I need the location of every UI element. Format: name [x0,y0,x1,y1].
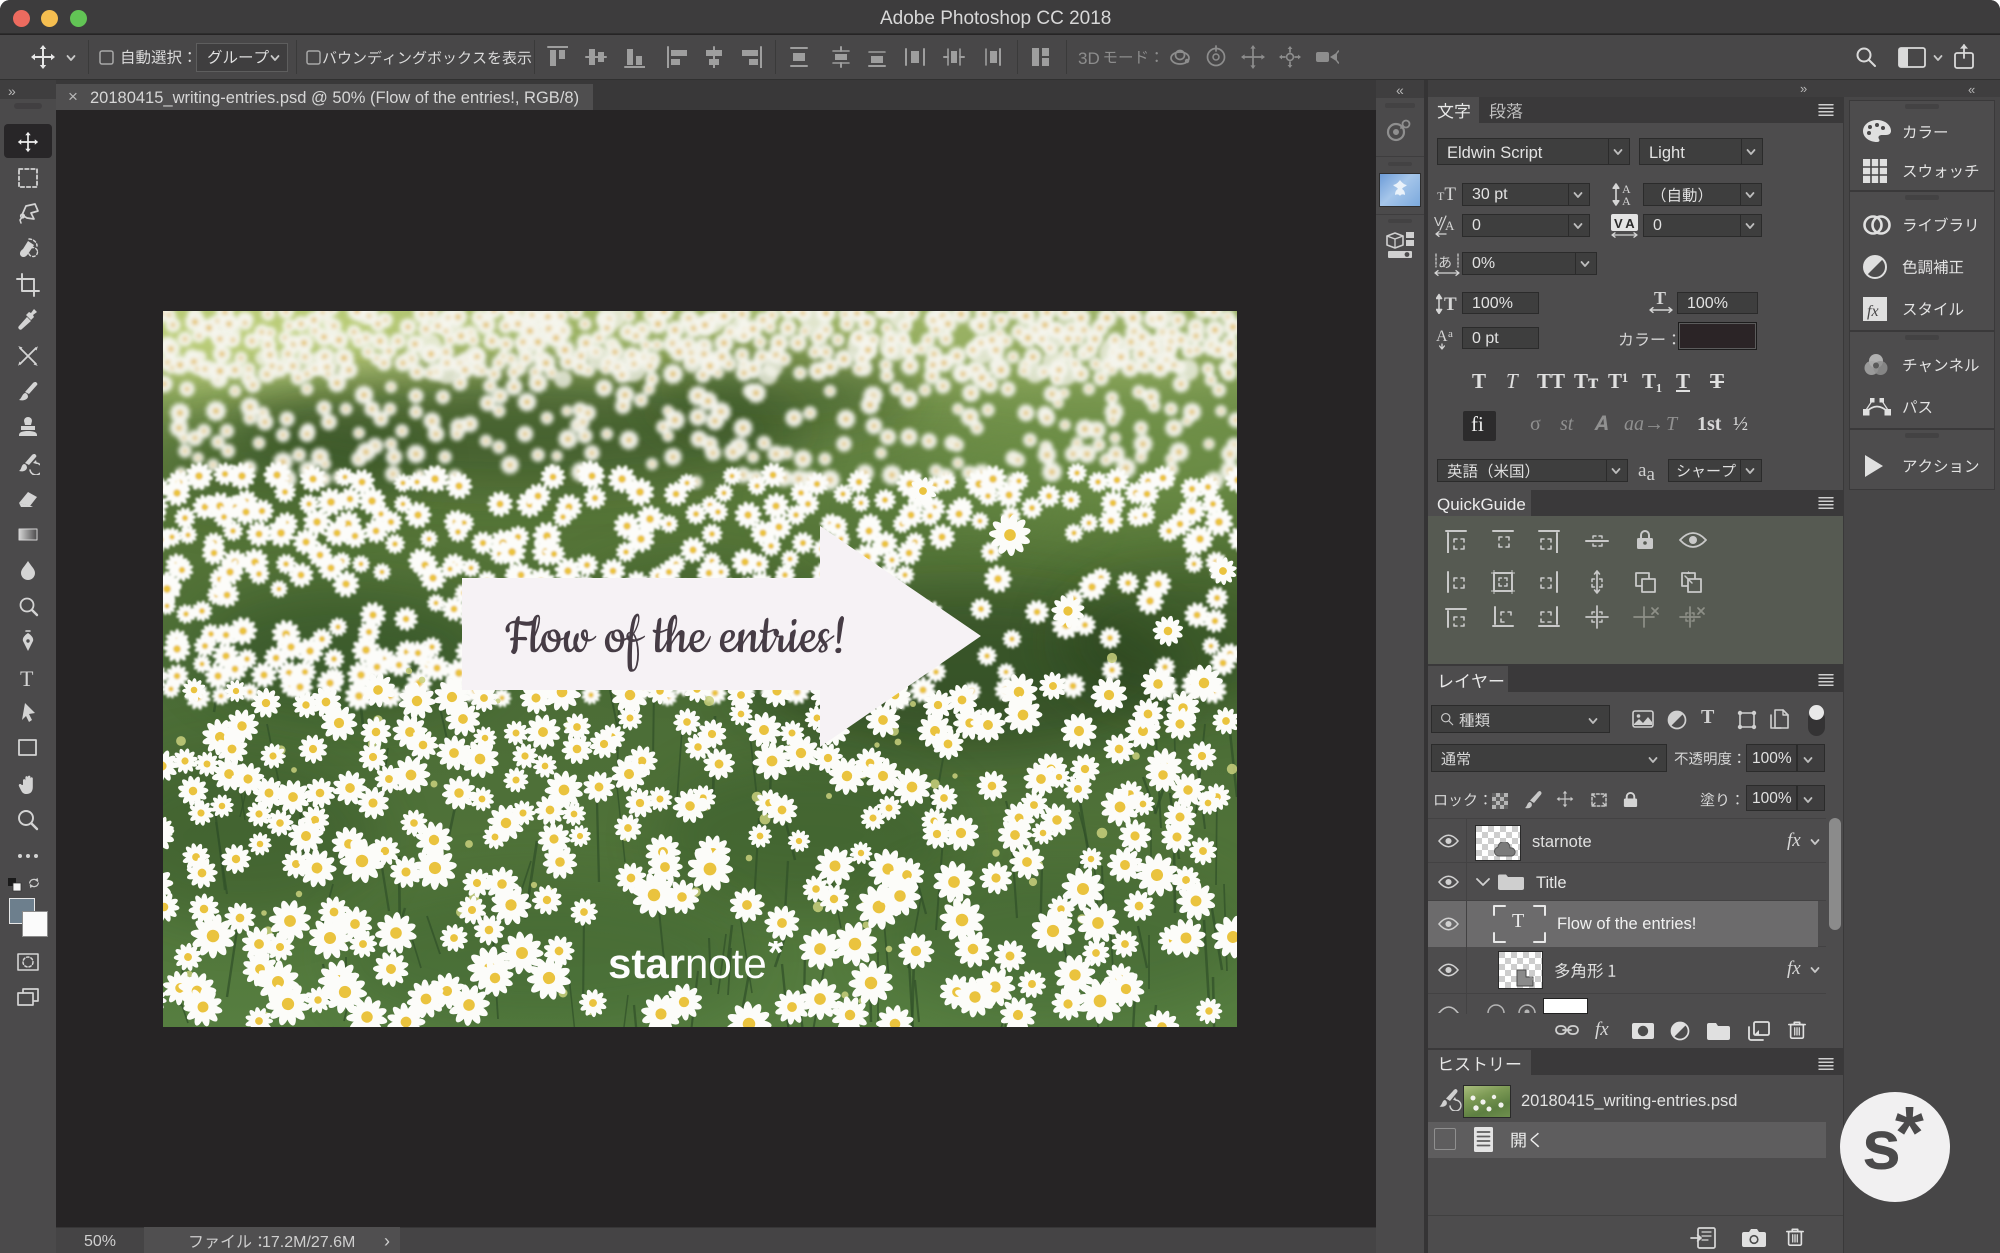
svg-text:A: A [1436,328,1448,345]
svg-text:a: a [1448,328,1453,340]
svg-text:T: T [1654,290,1666,308]
svg-text:A: A [1445,218,1455,233]
svg-text:T: T [1444,294,1457,314]
svg-text:A: A [1622,194,1631,207]
svg-text:fx: fx [1867,303,1879,320]
